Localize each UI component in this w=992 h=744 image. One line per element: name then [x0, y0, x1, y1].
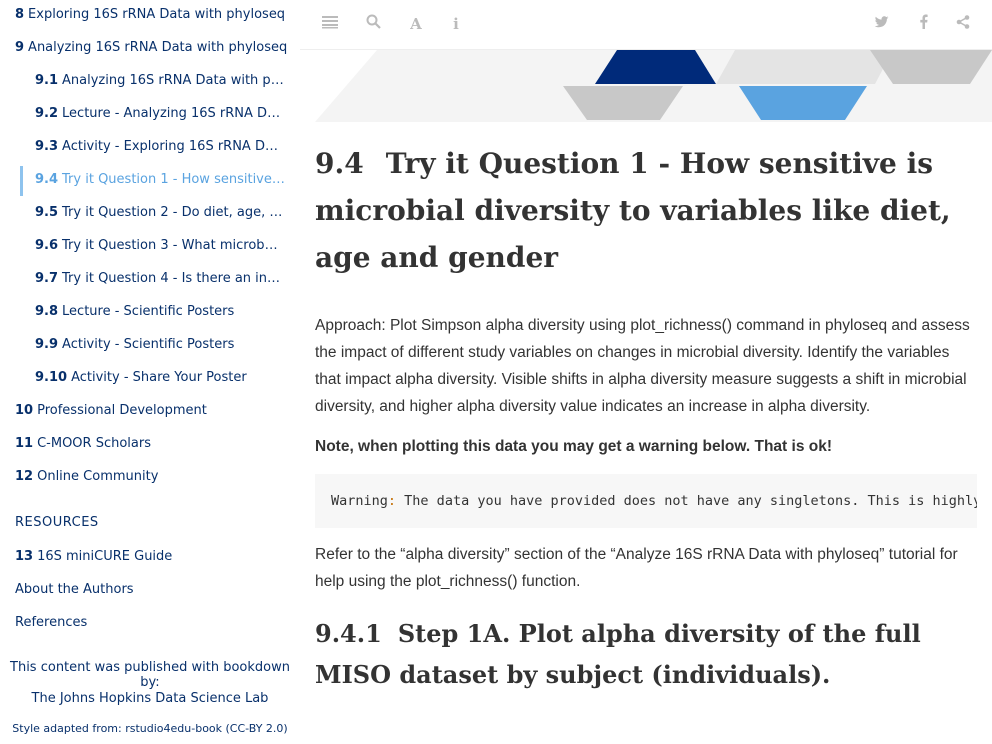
share-icon[interactable]: [953, 14, 973, 34]
note-paragraph: Note, when plotting this data you may ge…: [315, 438, 832, 455]
style-adapted-link[interactable]: Style adapted from: rstudio4edu-book (CC…: [0, 722, 300, 735]
toc-item-9-4[interactable]: 9.4Try it Question 1 - How sensitive is …: [35, 171, 285, 189]
toc-item-9-10[interactable]: 9.10 Activity - Share Your Poster: [35, 369, 285, 387]
toc-item-9-8[interactable]: 9.8 Lecture - Scientific Posters: [35, 303, 285, 321]
code-warning-label: Warning: [331, 493, 388, 509]
toc-item-chapter-13[interactable]: 13 16S miniCURE Guide: [15, 548, 295, 566]
subsection-heading: 9.4.1 Step 1A. Plot alpha diversity of th…: [315, 613, 977, 695]
toc-item-9-6[interactable]: 9.6Try it Question 3 - What microbes are…: [35, 237, 285, 255]
toc-item-chapter-10[interactable]: 10 Professional Development: [15, 402, 295, 420]
code-block: Warning: The data you have provided does…: [315, 474, 977, 528]
toc-item-9-1[interactable]: 9.1Analyzing 16S rRNA Data with phyloseq: [35, 72, 285, 90]
main-content: 9.4 Try it Question 1 - How sensitive is …: [315, 140, 977, 695]
toc-item-9-3[interactable]: 9.3Activity - Exploring 16S rRNA Data wi…: [35, 138, 285, 156]
active-indicator: [20, 166, 23, 196]
toc-item-9-9[interactable]: 9.9 Activity - Scientific Posters: [35, 336, 285, 354]
section-heading: 9.4 Try it Question 1 - How sensitive is …: [315, 140, 977, 281]
subsection-title: Step 1A. Plot alpha diversity of the ful…: [315, 619, 921, 689]
menu-icon[interactable]: [320, 14, 340, 34]
font-icon[interactable]: A: [406, 14, 426, 34]
code-colon: :: [387, 493, 397, 509]
book-toolbar: A i: [300, 0, 992, 50]
toc-item-9-2[interactable]: 9.2Lecture - Analyzing 16S rRNA Data wit…: [35, 105, 285, 123]
toc-item-9-7[interactable]: 9.7 Try it Question 4 - Is there an inter…: [35, 270, 285, 288]
toc-item-references[interactable]: References: [15, 614, 295, 632]
toc-item-about-authors[interactable]: About the Authors: [15, 581, 295, 599]
search-icon[interactable]: [363, 14, 383, 34]
section-title: Try it Question 1 - How sensitive is mic…: [315, 147, 951, 274]
toc-item-chapter-8[interactable]: 8 Exploring 16S rRNA Data with phyloseq: [15, 6, 295, 24]
approach-paragraph: Approach: Plot Simpson alpha diversity u…: [315, 317, 970, 415]
code-warning-text: The data you have provided does not have…: [404, 493, 977, 509]
subsection-number: 9.4.1: [315, 619, 382, 648]
published-with-text: This content was published with bookdown…: [10, 660, 290, 690]
facebook-icon[interactable]: [913, 14, 933, 34]
toc-item-chapter-11[interactable]: 11 C-MOOR Scholars: [15, 435, 295, 453]
twitter-icon[interactable]: [871, 14, 891, 34]
info-icon[interactable]: i: [446, 14, 466, 34]
refer-paragraph: Refer to the “alpha diversity” section o…: [315, 546, 958, 590]
toc-item-chapter-9[interactable]: 9 Analyzing 16S rRNA Data with phyloseq: [15, 39, 295, 57]
sidebar: 8 Exploring 16S rRNA Data with phyloseq 9…: [0, 0, 300, 744]
section-number: 9.4: [315, 147, 364, 180]
toc-item-9-5[interactable]: 9.5Try it Question 2 - Do diet, age, gen…: [35, 204, 285, 222]
toc-item-chapter-12[interactable]: 12 Online Community: [15, 468, 295, 486]
jhu-dsl-link[interactable]: The Johns Hopkins Data Science Lab: [0, 691, 300, 706]
banner-graphic: [315, 50, 992, 122]
resources-heading: RESOURCES: [15, 515, 99, 530]
